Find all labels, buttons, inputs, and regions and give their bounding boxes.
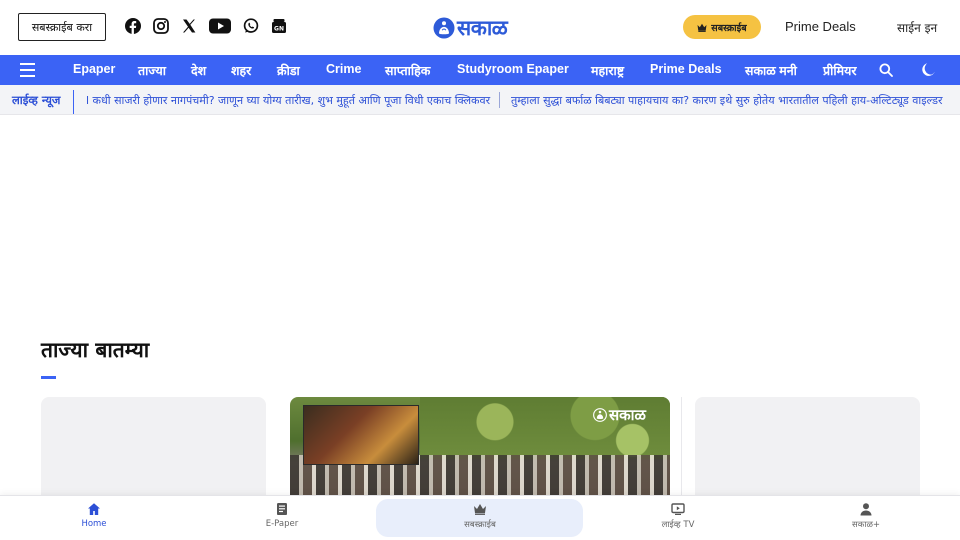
svg-text:GN: GN — [274, 26, 284, 33]
sign-in-link[interactable]: साईन इन — [897, 19, 937, 36]
news-card-featured[interactable]: सकाळ — [290, 397, 670, 507]
nav-item-crime[interactable]: Crime — [326, 62, 361, 76]
bottom-nav: Home E-Paper सबस्क्राईब लाईव्ह TV सकाळ+ — [0, 495, 960, 540]
section-underline — [41, 376, 56, 379]
prime-deals-link[interactable]: Prime Deals — [785, 19, 856, 34]
tv-icon — [671, 503, 685, 515]
instagram-icon[interactable] — [152, 17, 170, 35]
logo-icon — [593, 408, 607, 422]
bottom-nav-home[interactable]: Home — [54, 502, 134, 529]
bottom-nav-epaper[interactable]: E-Paper — [242, 502, 322, 529]
photo-inset-image — [303, 405, 419, 465]
bottom-nav-live-tv[interactable]: लाईव्ह TV — [638, 502, 718, 530]
bottom-nav-subscribe[interactable]: सबस्क्राईब — [440, 502, 520, 530]
x-icon[interactable] — [180, 17, 198, 35]
top-header: सबस्क्राईब करा GN सकाळ सबस्क्राईब Prime … — [0, 0, 960, 55]
logo-text: सकाळ — [457, 16, 508, 40]
bottom-nav-label: Home — [81, 519, 107, 529]
logo-icon — [433, 17, 455, 39]
section-title: ताज्या बातम्या — [41, 338, 150, 362]
youtube-icon[interactable] — [208, 17, 232, 35]
bottom-nav-label: सकाळ+ — [851, 520, 881, 530]
card-divider — [681, 397, 682, 497]
nav-item-prime-deals[interactable]: Prime Deals — [650, 62, 722, 76]
live-news-ticker: लाईव्ह न्यूज l कधी साजरी होणार नागपंचमी?… — [0, 85, 960, 115]
user-icon — [860, 503, 872, 516]
subscribe-pill-button[interactable]: सबस्क्राईब — [683, 15, 761, 39]
hamburger-menu-icon[interactable] — [20, 63, 35, 77]
search-icon[interactable] — [879, 63, 893, 77]
facebook-icon[interactable] — [124, 17, 142, 35]
bottom-nav-label: सबस्क्राईब — [464, 520, 496, 530]
nav-item-maharashtra[interactable]: महाराष्ट्र — [591, 62, 624, 79]
ticker-headline[interactable]: तुम्हाला सुद्धा बर्फाळ बिबट्या पाहायचाय … — [511, 93, 943, 108]
nav-item-premier[interactable]: प्रीमियर — [823, 62, 856, 79]
social-links: GN — [124, 17, 288, 35]
news-card-placeholder[interactable] — [41, 397, 266, 507]
ticker-divider — [499, 92, 500, 108]
news-card-placeholder[interactable] — [695, 397, 920, 507]
site-logo[interactable]: सकाळ — [433, 14, 508, 42]
nav-item-shahar[interactable]: शहर — [231, 62, 251, 79]
bottom-nav-label: E-Paper — [265, 519, 299, 529]
photo-watermark-logo: सकाळ — [593, 405, 646, 425]
nav-item-krida[interactable]: क्रीडा — [277, 62, 300, 79]
nav-item-tajya[interactable]: ताज्या — [138, 62, 166, 79]
home-icon — [88, 503, 100, 515]
epaper-icon — [277, 503, 287, 515]
dark-mode-moon-icon[interactable] — [921, 62, 936, 77]
nav-item-epaper[interactable]: Epaper — [73, 62, 115, 76]
photo-watermark-text: सकाळ — [609, 406, 646, 424]
bottom-nav-sakal-plus[interactable]: सकाळ+ — [826, 502, 906, 530]
subscribe-button[interactable]: सबस्क्राईब करा — [18, 13, 106, 41]
google-news-icon[interactable]: GN — [270, 17, 288, 35]
ticker-headline[interactable]: l कधी साजरी होणार नागपंचमी? जाणून घ्या य… — [86, 93, 490, 108]
nav-item-desh[interactable]: देश — [191, 62, 206, 79]
nav-item-saptahik[interactable]: साप्ताहिक — [385, 62, 430, 79]
crown-icon — [697, 23, 707, 32]
main-nav: Epaper ताज्या देश शहर क्रीडा Crime साप्त… — [0, 55, 960, 85]
crown-icon — [474, 504, 486, 515]
ticker-label: लाईव्ह न्यूज — [12, 93, 61, 107]
ticker-separator — [73, 90, 74, 114]
subscribe-pill-label: सबस्क्राईब — [711, 22, 747, 34]
nav-item-sakal-money[interactable]: सकाळ मनी — [745, 62, 797, 79]
whatsapp-icon[interactable] — [242, 17, 260, 35]
bottom-nav-label: लाईव्ह TV — [661, 520, 695, 530]
nav-item-studyroom-epaper[interactable]: Studyroom Epaper — [457, 62, 569, 76]
